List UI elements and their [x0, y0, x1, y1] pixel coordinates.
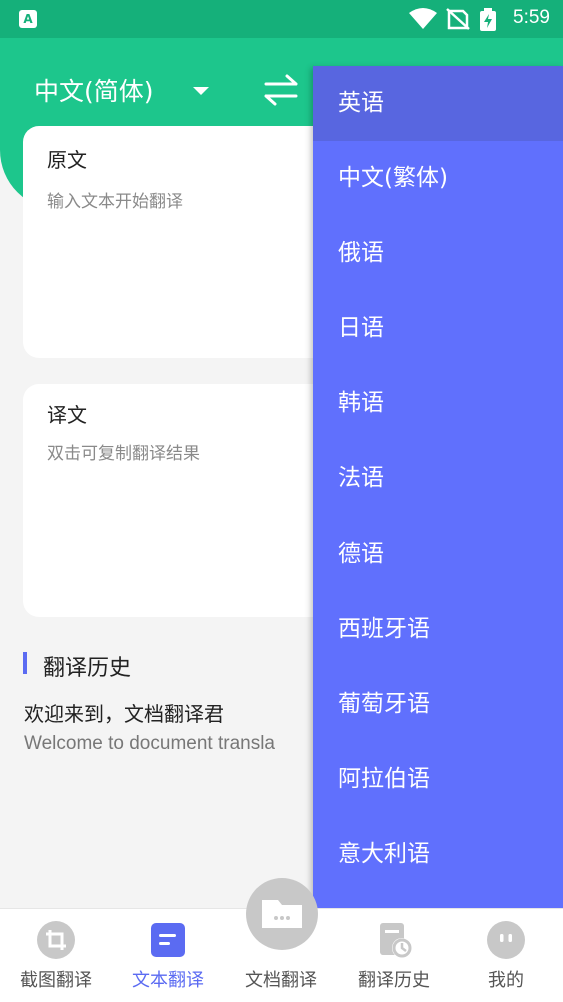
nav-text-translate[interactable]: 文本翻译	[112, 909, 224, 1002]
history-accent-bar	[23, 652, 27, 674]
history-title: 翻译历史	[43, 656, 132, 681]
menu-item-italian[interactable]: 意大利语	[313, 817, 563, 892]
menu-item-arabic[interactable]: 阿拉伯语	[313, 742, 563, 817]
nav-screenshot-translate[interactable]: 截图翻译	[0, 909, 112, 1002]
result-text-card[interactable]: 译文 双击可复制翻译结果	[23, 384, 343, 617]
status-bar: A 5:59	[0, 0, 563, 38]
menu-item-portuguese[interactable]: 葡萄牙语	[313, 667, 563, 742]
profile-icon	[487, 921, 525, 959]
nav-label: 翻译历史	[358, 970, 430, 991]
text-doc-icon	[151, 923, 185, 957]
history-icon	[380, 923, 412, 958]
menu-item-spanish[interactable]: 西班牙语	[313, 592, 563, 667]
app-notification-icon: A	[19, 10, 37, 28]
battery-charging-icon	[480, 8, 496, 31]
nav-label: 截图翻译	[20, 970, 92, 991]
no-signal-icon	[446, 8, 470, 30]
nav-label: 文档翻译	[245, 970, 317, 991]
wifi-icon	[409, 8, 437, 29]
history-item-translation[interactable]: Welcome to document transla	[24, 733, 275, 755]
target-language-menu: 英语 中文(繁体) 俄语 日语 韩语 法语 德语 西班牙语 葡萄牙语 阿拉伯语 …	[313, 66, 563, 917]
source-input[interactable]: 输入文本开始翻译	[47, 187, 183, 212]
result-output[interactable]: 双击可复制翻译结果	[47, 439, 200, 464]
result-card-title: 译文	[47, 403, 87, 427]
source-card-title: 原文	[47, 148, 87, 172]
status-time: 5:59	[513, 7, 550, 28]
crop-icon	[37, 921, 75, 959]
nav-label: 我的	[488, 970, 524, 991]
screen: A 5:59 中文(简体) 原文 输入文本开始翻译 译文 双击可复制翻译结果 翻…	[0, 0, 563, 1002]
document-translate-fab[interactable]	[246, 878, 318, 950]
caret-down-icon[interactable]	[193, 87, 209, 95]
history-item-source[interactable]: 欢迎来到，文档翻译君	[24, 698, 224, 727]
nav-label-active: 文本翻译	[132, 970, 204, 991]
folder-icon	[262, 900, 302, 928]
menu-item-german[interactable]: 德语	[313, 517, 563, 592]
nav-profile[interactable]: 我的	[450, 909, 562, 1002]
menu-item-korean[interactable]: 韩语	[313, 366, 563, 441]
source-language-select[interactable]: 中文(简体)	[34, 74, 154, 110]
menu-item-russian[interactable]: 俄语	[313, 216, 563, 291]
swap-languages-icon[interactable]	[263, 72, 299, 108]
menu-item-english[interactable]: 英语	[313, 66, 563, 142]
menu-item-chinese-traditional[interactable]: 中文(繁体)	[313, 141, 563, 216]
nav-translation-history[interactable]: 翻译历史	[338, 909, 450, 1002]
source-text-card[interactable]: 原文 输入文本开始翻译	[23, 126, 343, 358]
menu-item-japanese[interactable]: 日语	[313, 291, 563, 366]
menu-item-french[interactable]: 法语	[313, 441, 563, 516]
